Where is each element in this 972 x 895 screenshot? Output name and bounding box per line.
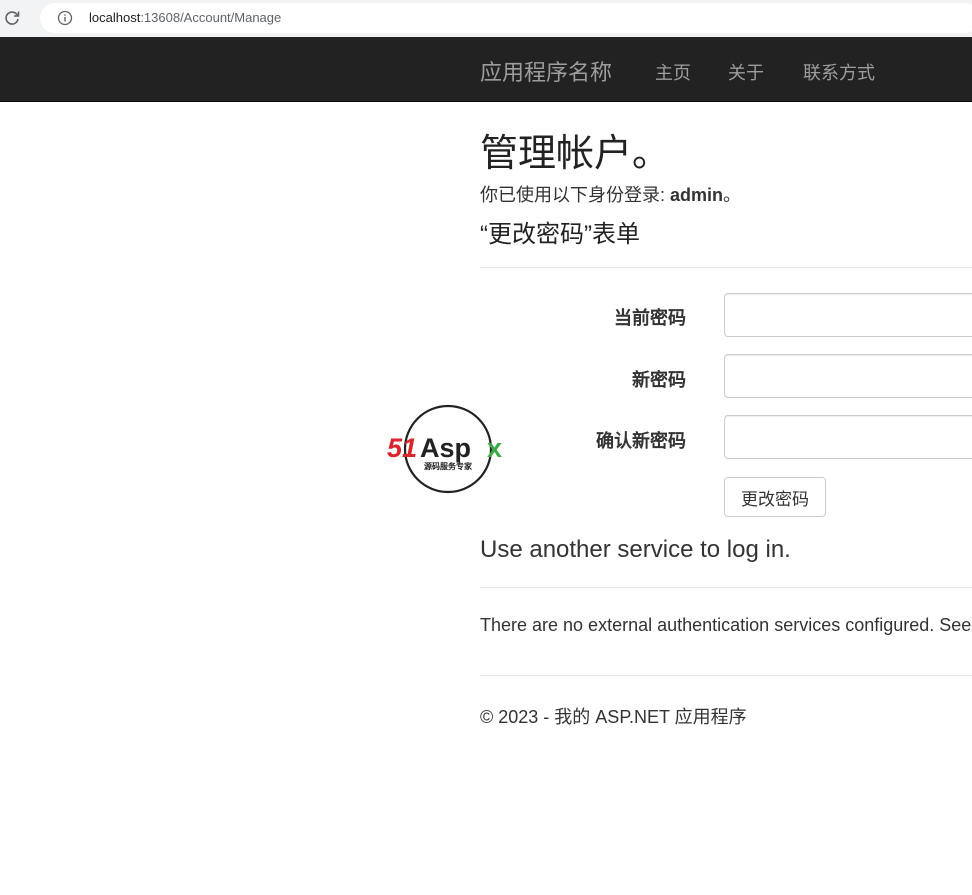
new-password-label: 新密码 bbox=[632, 370, 686, 390]
new-password-input[interactable] bbox=[724, 354, 972, 398]
nav-link-contact[interactable]: 联系方式 bbox=[803, 59, 875, 85]
url-host: localhost bbox=[89, 10, 141, 25]
username: admin bbox=[670, 185, 724, 205]
change-password-button[interactable]: 更改密码 bbox=[724, 477, 826, 517]
url-text[interactable]: localhost:13608/Account/Manage bbox=[89, 10, 281, 25]
nav-link-home[interactable]: 主页 bbox=[655, 59, 691, 85]
divider bbox=[480, 587, 972, 588]
browser-toolbar: localhost:13608/Account/Manage bbox=[0, 0, 972, 37]
confirm-password-label: 确认新密码 bbox=[596, 431, 686, 451]
svg-text:51: 51 bbox=[387, 433, 417, 463]
watermark-logo: 51 Asp x 源码服务专家 bbox=[387, 404, 502, 494]
reload-icon[interactable] bbox=[3, 9, 21, 27]
external-login-message: There are no external authentication ser… bbox=[480, 615, 972, 635]
page-title: 管理帐户。 bbox=[480, 133, 671, 175]
svg-text:x: x bbox=[487, 433, 502, 463]
login-suffix: 。 bbox=[723, 185, 742, 205]
footer-divider bbox=[480, 675, 972, 676]
current-password-label: 当前密码 bbox=[614, 308, 686, 328]
footer-copyright: © 2023 - 我的 ASP.NET 应用程序 bbox=[480, 707, 747, 727]
external-login-title: Use another service to log in. bbox=[480, 536, 791, 563]
divider bbox=[480, 267, 972, 268]
login-prefix: 你已使用以下身份登录: bbox=[480, 185, 671, 205]
url-path: :13608/Account/Manage bbox=[140, 10, 282, 25]
navbar: 应用程序名称 主页 关于 联系方式 bbox=[0, 37, 972, 102]
info-icon[interactable] bbox=[57, 10, 73, 26]
nav-link-about[interactable]: 关于 bbox=[728, 59, 764, 85]
change-password-form-title: “更改密码”表单 bbox=[480, 221, 640, 248]
address-bar[interactable]: localhost:13608/Account/Manage bbox=[40, 3, 972, 33]
confirm-password-input[interactable] bbox=[724, 415, 972, 459]
svg-text:Asp: Asp bbox=[420, 433, 471, 463]
navbar-brand[interactable]: 应用程序名称 bbox=[480, 55, 612, 87]
login-status: 你已使用以下身份登录: admin。 bbox=[480, 181, 741, 207]
current-password-input[interactable] bbox=[724, 293, 972, 337]
svg-text:源码服务专家: 源码服务专家 bbox=[424, 461, 473, 471]
